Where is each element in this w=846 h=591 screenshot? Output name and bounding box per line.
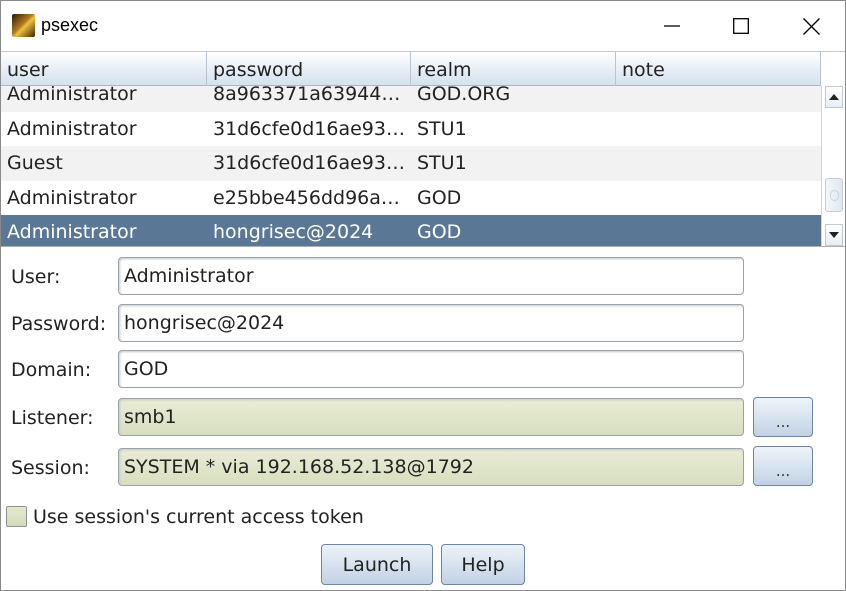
title-bar: psexec — [1, 1, 845, 51]
table-row[interactable]: Guest 31d6cfe0d16ae93… STU1 — [1, 146, 821, 181]
user-label: User: — [11, 266, 61, 288]
session-label: Session: — [11, 457, 90, 479]
domain-label: Domain: — [11, 359, 92, 381]
cell-user: Administrator — [7, 86, 137, 105]
session-field: SYSTEM * via 192.168.52.138@1792 — [118, 448, 744, 486]
launch-button[interactable]: Launch — [321, 544, 433, 585]
grip-icon — [830, 190, 839, 201]
use-token-label[interactable]: Use session's current access token — [33, 506, 364, 528]
cell-realm: STU1 — [417, 152, 467, 174]
password-field[interactable]: hongrisec@2024 — [118, 304, 744, 342]
header-corner — [821, 52, 845, 86]
cell-note — [616, 146, 821, 181]
cell-password: 31d6cfe0d16ae93… — [213, 152, 405, 174]
maximize-icon — [733, 18, 749, 34]
column-header-password[interactable]: password — [207, 52, 411, 86]
help-button[interactable]: Help — [441, 544, 525, 585]
cell-note — [616, 181, 821, 216]
close-icon — [802, 17, 820, 35]
cell-password: 31d6cfe0d16ae93… — [213, 117, 405, 140]
cell-user: Guest — [7, 152, 63, 174]
credentials-table: user password realm note Administrator 8… — [1, 51, 845, 247]
scroll-down-button[interactable] — [825, 224, 843, 246]
cell-password: hongrisec@2024 — [213, 221, 374, 243]
table-scrollbar[interactable] — [821, 86, 845, 246]
minimize-icon — [664, 25, 680, 27]
psexec-app-icon — [12, 14, 35, 37]
column-header-user[interactable]: user — [1, 52, 207, 86]
cell-note — [616, 112, 821, 147]
arrow-up-icon — [829, 94, 839, 100]
cell-user: Administrator — [7, 221, 137, 243]
listener-label: Listener: — [11, 407, 94, 429]
cell-password: e25bbe456dd96a… — [213, 186, 400, 209]
cell-user: Administrator — [7, 117, 137, 140]
table-row[interactable]: Administrator 31d6cfe0d16ae93… STU1 — [1, 112, 821, 147]
table-row[interactable]: Administrator e25bbe456dd96a… GOD — [1, 181, 821, 216]
choose-session-button[interactable]: ... — [753, 446, 813, 486]
table-row[interactable]: Administrator 8a963371a63944… GOD.ORG — [1, 86, 821, 112]
use-token-checkbox[interactable] — [6, 506, 27, 527]
choose-listener-button[interactable]: ... — [753, 397, 813, 437]
cell-note — [616, 86, 821, 112]
table-header: user password realm note — [1, 52, 821, 86]
user-field[interactable]: Administrator — [118, 257, 744, 295]
password-label: Password: — [11, 313, 107, 335]
table-body: Administrator 8a963371a63944… GOD.ORG Ad… — [1, 86, 821, 246]
cell-realm: STU1 — [417, 117, 467, 140]
listener-field: smb1 — [118, 398, 744, 436]
close-button[interactable] — [776, 1, 846, 51]
maximize-button[interactable] — [706, 1, 776, 51]
column-header-realm[interactable]: realm — [411, 52, 616, 86]
cell-note — [616, 215, 821, 246]
arrow-down-icon — [829, 232, 839, 238]
scroll-thumb[interactable] — [825, 178, 843, 212]
cell-password: 8a963371a63944… — [213, 86, 401, 105]
minimize-button[interactable] — [637, 1, 707, 51]
cell-realm: GOD.ORG — [417, 86, 511, 105]
cell-user: Administrator — [7, 186, 137, 209]
window-title: psexec — [41, 15, 99, 35]
cell-realm: GOD — [417, 186, 462, 209]
cell-realm: GOD — [417, 221, 462, 243]
column-header-note[interactable]: note — [616, 52, 821, 86]
table-row-selected[interactable]: Administrator hongrisec@2024 GOD — [1, 215, 821, 246]
psexec-dialog: psexec user password realm note Administ… — [0, 0, 846, 591]
domain-field[interactable]: GOD — [118, 350, 744, 388]
scroll-up-button[interactable] — [825, 86, 843, 108]
